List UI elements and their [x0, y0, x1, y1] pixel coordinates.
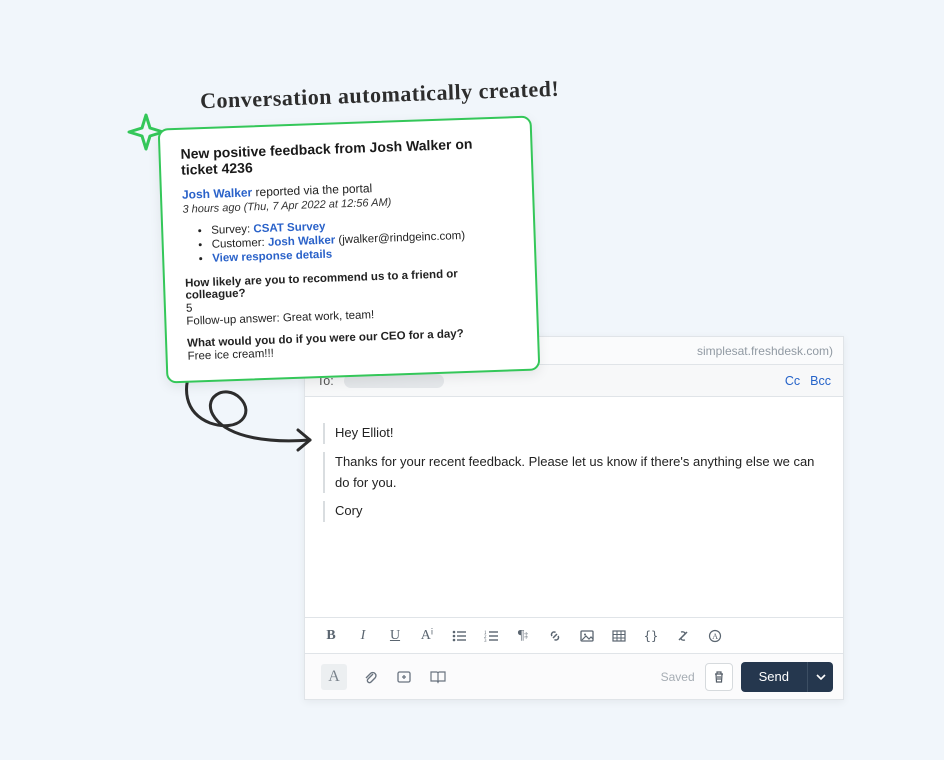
from-address: simplesat.freshdesk.com): [697, 344, 833, 358]
discard-button[interactable]: [705, 663, 733, 691]
body-message: Thanks for your recent feedback. Please …: [323, 452, 825, 494]
send-group: Send: [741, 662, 833, 692]
feedback-title: New positive feedback from Josh Walker o…: [180, 134, 511, 177]
survey-link[interactable]: CSAT Survey: [253, 221, 325, 236]
send-button[interactable]: Send: [741, 662, 807, 692]
italic-button[interactable]: I: [355, 628, 371, 644]
paragraph-button[interactable]: ¶‡: [515, 628, 531, 644]
compose-panel: simplesat.freshdesk.com) To: Cc Bcc Hey …: [304, 336, 844, 700]
body-signature: Cory: [323, 501, 825, 522]
feedback-details-list: Survey: CSAT Survey Customer: Josh Walke…: [183, 214, 514, 265]
font-button[interactable]: Aⁱ: [419, 628, 435, 644]
compose-body[interactable]: Hey Elliot! Thanks for your recent feedb…: [305, 397, 843, 617]
kb-button[interactable]: [427, 666, 449, 688]
underline-button[interactable]: U: [387, 628, 403, 644]
feedback-card: New positive feedback from Josh Walker o…: [158, 116, 541, 384]
bcc-button[interactable]: Bcc: [810, 374, 831, 388]
text-color-button[interactable]: A: [321, 664, 347, 690]
image-button[interactable]: [579, 628, 595, 644]
send-dropdown[interactable]: [807, 662, 833, 692]
bold-button[interactable]: B: [323, 628, 339, 644]
cc-button[interactable]: Cc: [785, 374, 800, 388]
numbered-list-button[interactable]: 123: [483, 628, 499, 644]
attachment-button[interactable]: [359, 666, 381, 688]
body-greeting: Hey Elliot!: [323, 423, 825, 444]
code-button[interactable]: {}: [643, 628, 659, 644]
svg-text:3: 3: [484, 639, 487, 642]
saved-label: Saved: [661, 670, 695, 684]
format-toolbar: B I U Aⁱ 123 ¶‡ {} A: [305, 617, 843, 653]
strike-button[interactable]: [675, 628, 691, 644]
link-button[interactable]: [547, 628, 563, 644]
clear-format-button[interactable]: A: [707, 628, 723, 644]
table-button[interactable]: [611, 628, 627, 644]
customer-link[interactable]: Josh Walker: [268, 234, 336, 248]
bullet-list-button[interactable]: [451, 628, 467, 644]
callout-text: Conversation automatically created!: [200, 76, 560, 115]
reporter-link[interactable]: Josh Walker: [182, 185, 253, 201]
canned-button[interactable]: [393, 666, 415, 688]
view-details-link[interactable]: View response details: [212, 249, 332, 265]
svg-text:A: A: [712, 632, 718, 641]
compose-bottombar: A Saved Send: [305, 653, 843, 699]
